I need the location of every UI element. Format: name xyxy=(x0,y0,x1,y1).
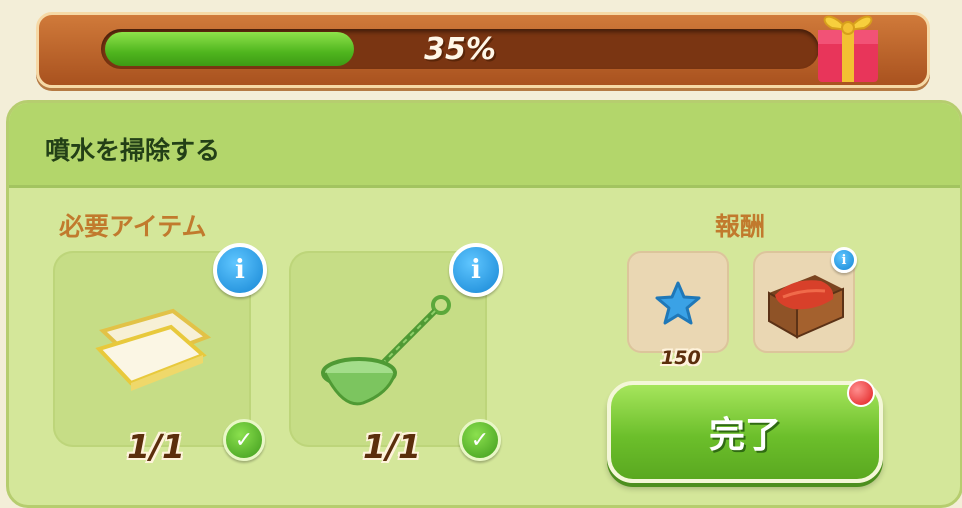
reward-item-crate: i xyxy=(753,247,857,353)
required-item-net: i 1/1 ✓ xyxy=(289,243,503,466)
required-item-cloth: i 1/1 ✓ xyxy=(53,243,267,466)
progress-track: 35% xyxy=(101,29,819,69)
fishing-net-icon xyxy=(321,295,451,406)
info-icon[interactable]: i xyxy=(213,243,267,297)
crate-icon xyxy=(768,275,844,339)
task-panel: 噴水を掃除する 必要アイテム 報酬 i 1/1 ✓ i 1/1 ✓ 150 i … xyxy=(6,100,962,508)
check-icon: ✓ xyxy=(223,419,265,461)
task-title: 噴水を掃除する xyxy=(45,136,221,165)
reward-label: 報酬 xyxy=(715,212,766,241)
required-items-label: 必要アイテム xyxy=(59,212,207,241)
gift-icon[interactable] xyxy=(808,0,888,86)
progress-percent: 35% xyxy=(424,31,496,67)
item-count: 1/1 xyxy=(363,427,421,466)
notification-dot xyxy=(847,379,875,407)
item-count: 1/1 xyxy=(127,427,185,466)
blue-star-icon xyxy=(655,281,701,325)
info-icon[interactable]: i xyxy=(831,247,857,273)
info-icon[interactable]: i xyxy=(449,243,503,297)
reward-item-star xyxy=(627,251,729,353)
progress-bar-frame: 35% xyxy=(36,12,930,88)
panel-header: 噴水を掃除する xyxy=(9,103,960,188)
check-icon: ✓ xyxy=(459,419,501,461)
complete-button[interactable]: 完了 xyxy=(607,381,883,483)
cloth-icon xyxy=(95,308,211,391)
reward-amount: 150 xyxy=(661,347,701,369)
